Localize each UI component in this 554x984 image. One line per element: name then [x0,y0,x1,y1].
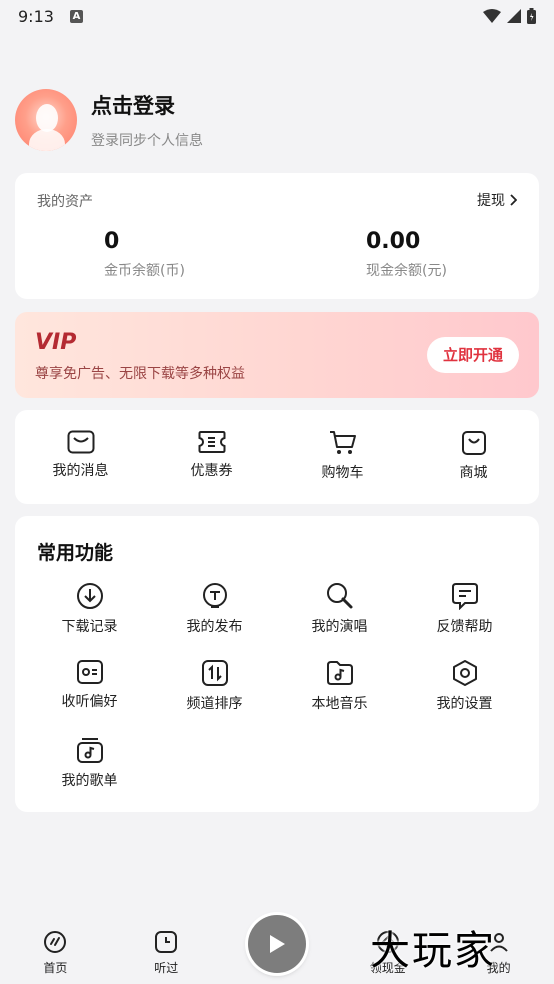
quick-item-cart[interactable]: 购物车 [277,410,408,504]
settings-icon [452,660,477,686]
login-title[interactable]: 点击登录 [91,90,203,120]
sing-icon [326,583,352,609]
cart-icon [329,431,356,454]
publish-icon [202,583,227,608]
wifi-icon [483,9,501,23]
quick-item-messages[interactable]: 我的消息 [15,410,146,504]
function-my-settings[interactable]: 我的设置 [402,659,527,736]
playlist-icon [76,738,103,763]
function-download-records[interactable]: 下载记录 [27,582,152,659]
tab-home[interactable]: 首页 [0,912,111,984]
play-button[interactable] [248,915,306,973]
local-music-icon [326,661,353,685]
profile-header[interactable]: 点击登录 登录同步个人信息 [15,88,539,152]
status-icons [483,8,536,24]
vip-description: 尊享免广告、无限下载等多种权益 [35,366,245,382]
chevron-right-icon [510,194,517,206]
cash-balance-caption: 现金余额(元) [366,263,447,279]
function-my-publish[interactable]: 我的发布 [152,582,277,659]
quick-item-label: 优惠券 [190,463,233,479]
coupon-icon [198,431,225,453]
function-label: 我的演唱 [311,619,368,635]
cash-balance-value: 0.00 [366,229,421,254]
battery-icon [527,8,536,24]
vip-activate-button[interactable]: 立即开通 [426,337,519,373]
function-label: 反馈帮助 [436,619,493,635]
function-label: 本地音乐 [311,696,368,712]
play-icon [270,935,285,953]
common-functions-card: 常用功能 下载记录 我的发布 我的演唱 反馈帮助 收听偏好 频道排序 本地音乐 [15,516,539,812]
quick-item-label: 我的消息 [52,463,109,479]
quick-item-label: 购物车 [321,465,364,481]
download-icon [76,583,103,609]
function-my-playlist[interactable]: 我的歌单 [27,736,152,813]
function-channel-sort[interactable]: 频道排序 [152,659,277,736]
quick-item-shop[interactable]: 商城 [408,410,539,504]
avatar-head-shape [36,104,58,132]
function-feedback-help[interactable]: 反馈帮助 [402,582,527,659]
function-label: 我的设置 [436,696,493,712]
function-label: 我的发布 [186,619,243,635]
watermark: 大玩家 [370,928,496,974]
signal-icon [507,9,521,23]
home-icon [44,931,67,953]
function-local-music[interactable]: 本地音乐 [277,659,402,736]
message-icon [67,430,94,454]
login-subtitle: 登录同步个人信息 [91,133,203,149]
function-label: 下载记录 [61,619,118,635]
sort-icon [201,660,228,686]
assets-card: 我的资产 提现 0 金币余额(币) 0.00 现金余额(元) [15,173,539,299]
notification-icon: A [69,9,83,23]
function-label: 频道排序 [186,696,243,712]
coin-balance-value: 0 [104,229,120,254]
function-label: 我的歌单 [61,773,118,789]
tab-label: 听过 [154,961,179,975]
feedback-icon [451,583,478,610]
vip-banner[interactable]: VIP 尊享免广告、无限下载等多种权益 立即开通 [15,312,539,398]
cash-balance[interactable]: 0.00 现金余额(元) [366,229,447,280]
preference-icon [76,660,103,684]
quick-actions-card: 我的消息 优惠券 购物车 商城 [15,410,539,504]
tab-history[interactable]: 听过 [111,912,222,984]
status-time: 9:13 [18,6,54,26]
function-my-singing[interactable]: 我的演唱 [277,582,402,659]
status-bar: 9:13 A [0,0,554,32]
quick-item-label: 商城 [459,465,488,481]
assets-label: 我的资产 [37,194,93,210]
quick-item-coupons[interactable]: 优惠券 [146,410,277,504]
avatar[interactable] [15,89,77,151]
functions-grid: 下载记录 我的发布 我的演唱 反馈帮助 收听偏好 频道排序 本地音乐 我的设置 [15,582,539,813]
withdraw-label: 提现 [477,193,505,209]
coin-balance-caption: 金币余额(币) [104,263,185,279]
withdraw-link[interactable]: 提现 [477,190,517,210]
tab-label: 首页 [43,961,68,975]
vip-title: VIP [35,330,77,355]
function-label: 收听偏好 [61,694,118,710]
section-title: 常用功能 [37,542,114,564]
function-listening-preference[interactable]: 收听偏好 [27,659,152,736]
coin-balance[interactable]: 0 金币余额(币) [104,229,185,280]
history-icon [155,931,178,953]
avatar-body-shape [29,129,65,151]
shop-bag-icon [461,431,486,455]
